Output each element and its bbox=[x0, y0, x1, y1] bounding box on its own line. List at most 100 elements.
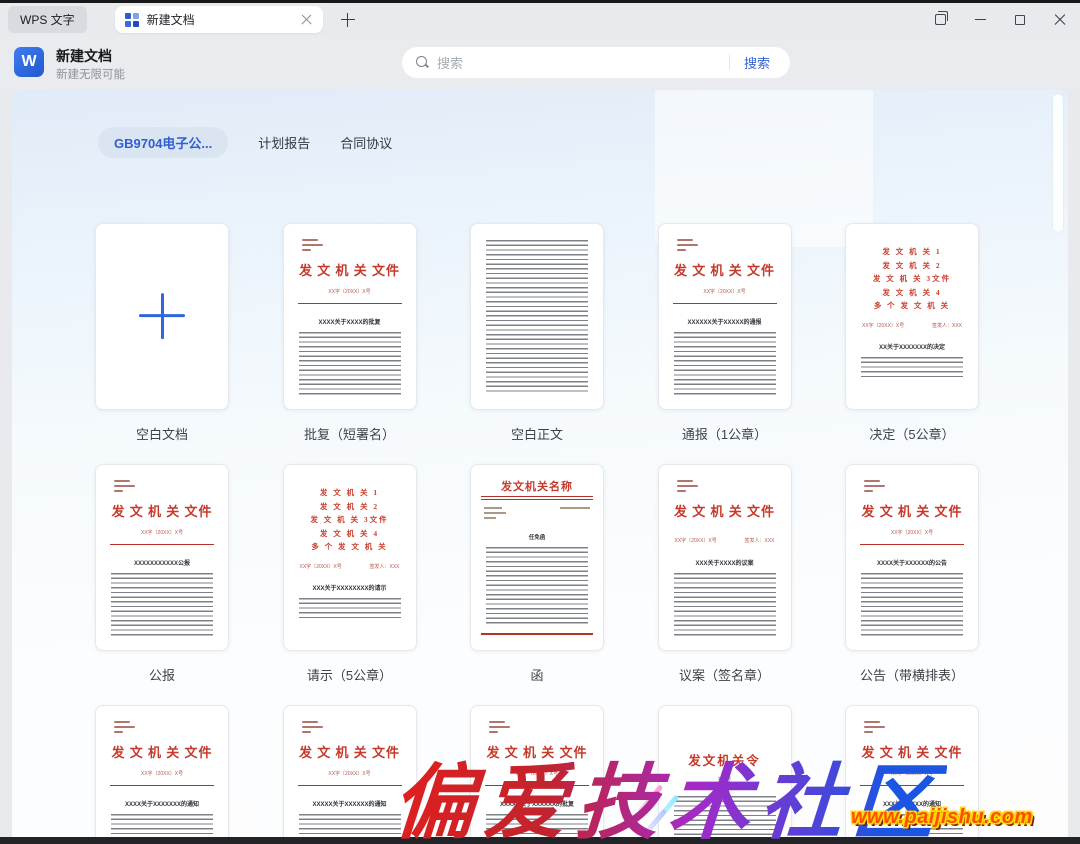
doc-meta-lines bbox=[677, 239, 698, 254]
doc-letter-title: 发文机关名称 bbox=[471, 478, 603, 494]
doc-ref-line: XX字〔20XX〕X号 bbox=[846, 529, 978, 536]
doc-red-rule bbox=[860, 544, 964, 545]
template-cell: 发 文 机 关 文件XX字〔20XX〕X号XXXXXXXXXXX公报公报 bbox=[95, 464, 229, 682]
doc-ref-left: XX字〔20XX〕X号 bbox=[300, 563, 342, 570]
doc-body-text bbox=[486, 547, 588, 624]
maximize-icon bbox=[1015, 15, 1025, 25]
doc-body-text bbox=[861, 573, 963, 636]
template-cell: 发 文 机 关 文件 XX字〔20XX〕X号 XXXX关于XXXXXXX的通知 bbox=[95, 705, 229, 844]
doc-org-line: 发 文 机 关 3文件 bbox=[284, 513, 416, 527]
template-label: 通报（1公章） bbox=[682, 424, 767, 441]
maximize-button[interactable] bbox=[1000, 3, 1040, 36]
wps-app-button[interactable]: WPS 文字 bbox=[8, 6, 87, 33]
doc-subject: 任免函 bbox=[471, 533, 603, 541]
template-label: 公报 bbox=[149, 665, 175, 682]
search-button[interactable]: 搜索 bbox=[730, 53, 784, 72]
doc-red-title: 发 文 机 关 文件 bbox=[96, 501, 228, 520]
template-card[interactable]: 发 文 机 关 1发 文 机 关 2发 文 机 关 3文件发 文 机 关 4多 … bbox=[283, 464, 417, 651]
search-input[interactable]: 搜索 bbox=[437, 53, 729, 72]
doc-red-rule bbox=[110, 544, 214, 545]
doc-subject: XXXX关于XXXXXXX的通知 bbox=[96, 799, 228, 808]
plus-icon bbox=[139, 293, 185, 339]
window-stack-button[interactable] bbox=[920, 3, 960, 36]
doc-subject: XXXX关于XXXXXX的公告 bbox=[846, 558, 978, 567]
page-subtitle: 新建无限可能 bbox=[56, 66, 125, 82]
template-card[interactable]: 发 文 机 关 文件 XX字〔20XX〕X号 XXXX关于XXXX的批复 bbox=[283, 223, 417, 410]
template-card[interactable]: 发 文 机 关 文件XX字〔20XX〕X号XXXXXX关于XXXXX的通报 bbox=[658, 223, 792, 410]
doc-ref-left: XX字〔20XX〕X号 bbox=[675, 537, 717, 544]
blank-document-card[interactable] bbox=[95, 223, 229, 410]
template-label: 决定（5公章） bbox=[869, 424, 954, 441]
doc-ref-left: XX字〔20XX〕X号 bbox=[862, 322, 904, 329]
doc-red-title: 发 文 机 关 文件 bbox=[284, 260, 416, 279]
template-card[interactable] bbox=[470, 223, 604, 410]
template-card[interactable]: 发 文 机 关 文件XX字〔20XX〕X号XXXXXXXXXXX公报 bbox=[95, 464, 229, 651]
doc-body-text bbox=[674, 573, 776, 636]
category-tab-contract[interactable]: 合同协议 bbox=[340, 133, 392, 152]
doc-ref-line: XX字〔20XX〕X号 bbox=[659, 288, 791, 295]
template-label: 公告（带横排表） bbox=[860, 665, 964, 682]
template-cell: 发 文 机 关 文件XX字〔20XX〕X号签发人：XXXXXX关于XXXX的议案… bbox=[658, 464, 792, 682]
doc-body-text bbox=[299, 332, 401, 395]
close-button[interactable] bbox=[1040, 3, 1080, 36]
doc-red-rule bbox=[298, 303, 402, 304]
template-card[interactable]: 发 文 机 关 文件 XX字〔20XX〕X号 XXXX关于XXXXXXX的通知 bbox=[95, 705, 229, 844]
template-card[interactable]: 发文机关名称任免函 bbox=[470, 464, 604, 651]
template-cell: 发 文 机 关 文件 XX字〔20XX〕X号 XXXX关于XXXX的批复批复（短署名… bbox=[283, 223, 417, 441]
template-cell: 发 文 机 关 文件 XX字〔20XX〕X号 XXXX关于XXXXXX的公告公告（带… bbox=[845, 464, 979, 682]
template-cell: 空白文档 bbox=[95, 223, 229, 441]
doc-meta-lines bbox=[302, 721, 323, 736]
doc-ref-line: XX字〔20XX〕X号 bbox=[284, 288, 416, 295]
doc-issuer: 签发人：XXX bbox=[932, 322, 962, 329]
main-panel: GB9704电子公... 计划报告 合同协议 空白文档发 文 机 关 文件XX字… bbox=[12, 90, 1068, 844]
category-tab-gb9704[interactable]: GB9704电子公... bbox=[98, 127, 228, 158]
search-box[interactable]: 搜索 搜索 bbox=[402, 47, 790, 78]
template-label: 函 bbox=[530, 665, 543, 682]
template-cell: 发 文 机 关 1发 文 机 关 2发 文 机 关 3文件发 文 机 关 4多 … bbox=[283, 464, 417, 682]
doc-meta-lines bbox=[864, 721, 885, 736]
tab-close-icon[interactable] bbox=[301, 14, 313, 26]
doc-meta-lines bbox=[484, 507, 506, 523]
doc-red-rule bbox=[110, 785, 214, 786]
doc-org-line: 多 个 发 文 机 关 bbox=[846, 299, 978, 313]
doc-red-title: 发 文 机 关 文件 bbox=[659, 260, 791, 279]
watermark-url: www.paijishu.com bbox=[851, 806, 1033, 829]
category-tab-plan-report[interactable]: 计划报告 bbox=[258, 133, 310, 152]
doc-org-line: 发 文 机 关 4 bbox=[846, 286, 978, 300]
scrollbar-thumb[interactable] bbox=[1053, 94, 1063, 232]
doc-subject: XXX关于XXXXXXXX的请示 bbox=[284, 583, 416, 592]
doc-org-line: 发 文 机 关 4 bbox=[284, 527, 416, 541]
category-tabs: GB9704电子公... 计划报告 合同协议 bbox=[98, 127, 392, 158]
template-card[interactable]: 发 文 机 关 文件XX字〔20XX〕X号签发人：XXXXXX关于XXXX的议案 bbox=[658, 464, 792, 651]
doc-red-title: 发 文 机 关 文件 bbox=[96, 742, 228, 761]
doc-red-title: 发 文 机 关 文件 bbox=[846, 501, 978, 520]
doc-org-line: 发 文 机 关 1 bbox=[284, 486, 416, 500]
template-card[interactable]: 发 文 机 关 文件 XX字〔20XX〕X号 XXXX关于XXXXXX的公告 bbox=[845, 464, 979, 651]
template-cell: 发 文 机 关 1发 文 机 关 2发 文 机 关 3文件发 文 机 关 4多 … bbox=[845, 223, 979, 441]
stack-icon bbox=[935, 14, 946, 25]
template-label: 空白正文 bbox=[511, 424, 563, 441]
template-cell: 发 文 机 关 文件XX字〔20XX〕X号XXXXXX关于XXXXX的通报通报（… bbox=[658, 223, 792, 441]
template-label: 请示（5公章） bbox=[307, 665, 392, 682]
doc-subject: XXXXXXXXXXX公报 bbox=[96, 558, 228, 567]
template-label: 批复（短署名） bbox=[304, 424, 395, 441]
doc-subject: XXXX关于XXXX的批复 bbox=[284, 317, 416, 326]
doc-org-line: 发 文 机 关 2 bbox=[284, 500, 416, 514]
doc-meta-lines bbox=[677, 480, 698, 495]
doc-org-line: 多 个 发 文 机 关 bbox=[284, 540, 416, 554]
template-label: 空白文档 bbox=[136, 424, 188, 441]
template-cell: 发文机关名称任免函函 bbox=[470, 464, 604, 682]
document-tab[interactable]: 新建文档 bbox=[115, 6, 323, 33]
doc-meta-lines bbox=[864, 480, 885, 495]
doc-meta-lines bbox=[114, 480, 135, 495]
new-tab-button[interactable] bbox=[341, 13, 355, 27]
doc-ref-line: XX字〔20XX〕X号 bbox=[96, 770, 228, 777]
tab-grid-icon bbox=[125, 13, 139, 27]
doc-body-text bbox=[111, 573, 213, 636]
doc-org-line: 发 文 机 关 3文件 bbox=[846, 272, 978, 286]
minimize-button[interactable] bbox=[960, 3, 1000, 36]
doc-body-text bbox=[674, 332, 776, 395]
template-label: 议案（签名章） bbox=[679, 665, 770, 682]
template-card[interactable]: 发 文 机 关 1发 文 机 关 2发 文 机 关 3文件发 文 机 关 4多 … bbox=[845, 223, 979, 410]
doc-red-rule bbox=[298, 785, 402, 786]
